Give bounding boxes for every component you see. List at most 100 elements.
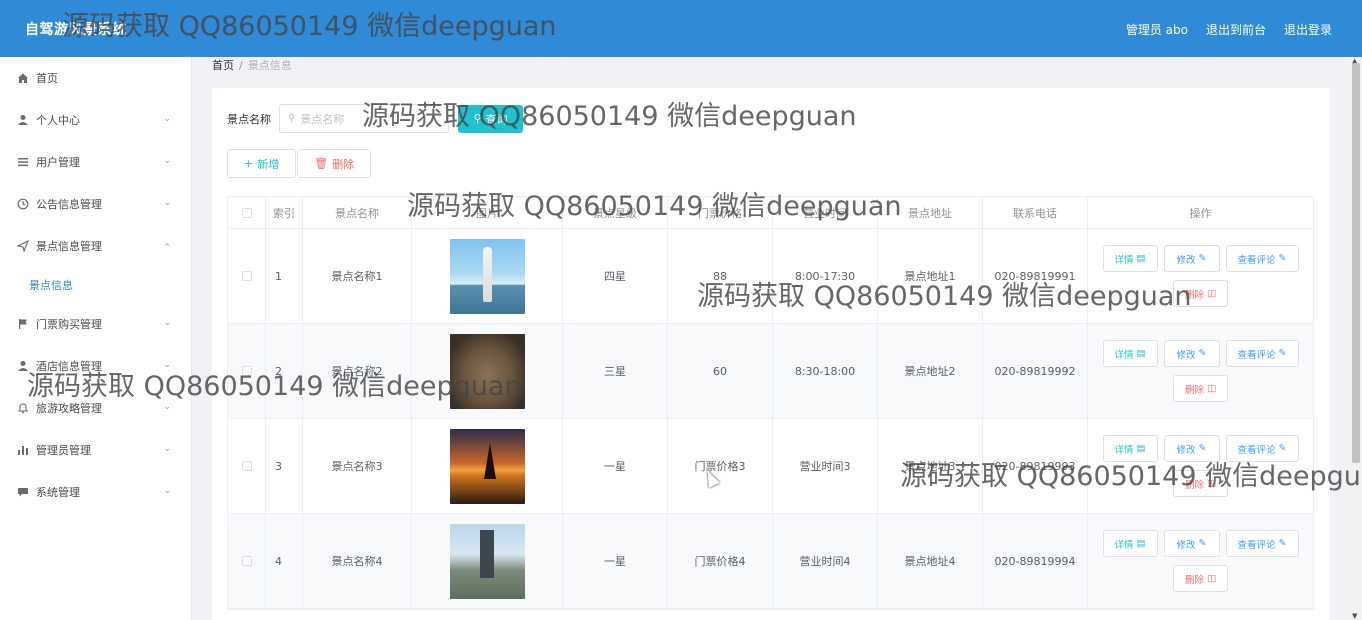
- sidebar-item-personal[interactable]: 个人中心 ⌄: [0, 99, 191, 141]
- search-icon: ⚲: [288, 113, 296, 124]
- add-button[interactable]: + 新增: [227, 149, 297, 178]
- chevron-down-icon: ⌄: [163, 114, 171, 124]
- sidebar-item-label: 门票购买管理: [36, 318, 102, 331]
- sidebar-item-label: 用户管理: [36, 156, 80, 169]
- view-comments-button[interactable]: 查看评论 ✎: [1225, 435, 1299, 462]
- pencil-icon: ✎: [1278, 348, 1287, 359]
- search-label: 景点名称: [227, 112, 271, 126]
- pencil-icon: ✎: [1278, 443, 1287, 454]
- plus-icon: +: [244, 157, 254, 170]
- sidebar-item-users[interactable]: 用户管理 ⌄: [0, 141, 191, 183]
- scenic-image: [449, 523, 525, 599]
- document-icon: ▤: [1136, 348, 1146, 359]
- sidebar-item-notices[interactable]: 公告信息管理 ⌄: [0, 183, 191, 225]
- edit-label: 修改: [1176, 254, 1196, 266]
- select-all-checkbox[interactable]: [241, 207, 252, 218]
- main-content: 首页 / 景点信息 景点名称 ⚲ 景点名称 ⚲ 查询 + 新增 🗑 删除 索引 …: [192, 57, 1350, 620]
- edit-label: 修改: [1176, 444, 1196, 456]
- delete-row-button[interactable]: 删除 ◫: [1173, 470, 1228, 497]
- row-index: 4: [266, 514, 303, 608]
- row-price: 门票价格3: [668, 419, 773, 513]
- breadcrumb: 首页 / 景点信息: [212, 57, 292, 73]
- delete-row-button[interactable]: 删除 ◫: [1173, 280, 1228, 307]
- document-icon: ▤: [1136, 443, 1146, 454]
- scrollbar-thumb[interactable]: [1352, 63, 1360, 463]
- sidebar-item-admins[interactable]: 管理员管理 ⌄: [0, 429, 191, 471]
- detail-button[interactable]: 详情 ▤: [1102, 340, 1158, 367]
- row-hours: 营业时间3: [773, 419, 878, 513]
- chevron-down-icon: ⌄: [163, 444, 171, 454]
- edit-button[interactable]: 修改 ✎: [1163, 530, 1220, 557]
- col-header: 索引: [266, 197, 303, 228]
- search-button[interactable]: ⚲ 查询: [458, 104, 523, 133]
- detail-label: 详情: [1114, 444, 1134, 456]
- search-button-label: 查询: [485, 112, 508, 126]
- detail-button[interactable]: 详情 ▤: [1102, 435, 1158, 462]
- view-comments-button[interactable]: 查看评论 ✎: [1225, 340, 1299, 367]
- row-star: 三星: [563, 324, 668, 418]
- scenic-image: [449, 238, 525, 314]
- col-header: 营业时间: [773, 197, 878, 228]
- logout-link[interactable]: 退出登录: [1284, 21, 1332, 38]
- search-icon: ⚲: [473, 112, 482, 125]
- breadcrumb-current: 景点信息: [247, 59, 292, 72]
- sidebar-item-system[interactable]: 系统管理 ⌄: [0, 471, 191, 513]
- edit-button[interactable]: 修改 ✎: [1163, 435, 1220, 462]
- clock-icon: [17, 198, 29, 210]
- edit-button[interactable]: 修改 ✎: [1163, 340, 1220, 367]
- view-comments-button[interactable]: 查看评论 ✎: [1225, 530, 1299, 557]
- row-star: 一星: [563, 419, 668, 513]
- row-phone: 020-89819994: [983, 514, 1088, 608]
- row-star: 四星: [563, 229, 668, 323]
- batch-delete-button[interactable]: 🗑 删除: [297, 149, 372, 178]
- comment-label: 查看评论: [1237, 539, 1276, 551]
- trash-icon: ◫: [1207, 478, 1216, 489]
- chevron-down-icon: ⌄: [163, 198, 171, 208]
- chevron-down-icon: ⌄: [163, 156, 171, 166]
- detail-button[interactable]: 详情 ▤: [1102, 530, 1158, 557]
- delete-row-button[interactable]: 删除 ◫: [1173, 565, 1228, 592]
- add-button-label: 新增: [257, 157, 280, 171]
- table-row: 4 景点名称4 一星 门票价格4 营业时间4 景点地址4 020-8981999…: [228, 514, 1313, 609]
- view-comments-button[interactable]: 查看评论 ✎: [1225, 245, 1299, 272]
- send-icon: [17, 240, 29, 252]
- scroll-down-icon[interactable]: ▼: [1352, 612, 1357, 620]
- edit-button[interactable]: 修改 ✎: [1163, 245, 1220, 272]
- table-row: 1 景点名称1 四星 88 8:00-17:30 景点地址1 020-89819…: [228, 229, 1313, 324]
- list-icon: [17, 156, 29, 168]
- page-scrollbar[interactable]: ▲ ▼: [1350, 57, 1362, 620]
- sidebar-item-tickets[interactable]: 门票购买管理 ⌄: [0, 303, 191, 345]
- action-bar: + 新增 🗑 删除: [227, 149, 372, 178]
- sidebar-item-label: 旅游攻略管理: [36, 402, 102, 415]
- top-header: 自驾游风景系统 管理员 abo 退出到前台 退出登录: [0, 0, 1362, 57]
- row-checkbox[interactable]: [241, 366, 252, 376]
- edit-label: 修改: [1176, 349, 1196, 361]
- admin-user-link[interactable]: 管理员 abo: [1126, 21, 1188, 38]
- breadcrumb-home[interactable]: 首页: [212, 59, 234, 72]
- detail-button[interactable]: 详情 ▤: [1102, 245, 1158, 272]
- detail-label: 详情: [1114, 254, 1134, 266]
- row-price: 88: [668, 229, 773, 323]
- row-phone: 020-89819993: [983, 419, 1088, 513]
- row-phone: 020-89819991: [983, 229, 1088, 323]
- table-row: 2 景点名称2 三星 60 8:30-18:00 景点地址2 020-89819…: [228, 324, 1313, 419]
- row-address: 景点地址1: [878, 229, 983, 323]
- delete-row-button[interactable]: 删除 ◫: [1173, 375, 1228, 402]
- sidebar-item-hotels[interactable]: 酒店信息管理 ⌄: [0, 345, 191, 387]
- col-header: 景点名称: [303, 197, 412, 228]
- row-checkbox[interactable]: [241, 461, 252, 471]
- sidebar-subitem-scenic-info[interactable]: 景点信息: [0, 267, 191, 303]
- sidebar-item-home[interactable]: 首页: [0, 57, 191, 99]
- sidebar-item-scenic[interactable]: 景点信息管理 ⌃: [0, 225, 191, 267]
- exit-to-front-link[interactable]: 退出到前台: [1206, 21, 1266, 38]
- sidebar: 首页 个人中心 ⌄ 用户管理 ⌄ 公告信息管理 ⌄ 景点信息管理 ⌃ 景点信息 …: [0, 57, 192, 620]
- trash-icon: ◫: [1207, 383, 1216, 394]
- app-title: 自驾游风景系统: [25, 22, 127, 38]
- bell-icon: [17, 402, 29, 414]
- search-input[interactable]: ⚲ 景点名称: [279, 104, 449, 133]
- row-checkbox[interactable]: [241, 271, 252, 281]
- row-star: 一星: [563, 514, 668, 608]
- sidebar-item-guides[interactable]: 旅游攻略管理 ⌄: [0, 387, 191, 429]
- search-placeholder: 景点名称: [300, 112, 345, 126]
- row-checkbox[interactable]: [241, 556, 252, 566]
